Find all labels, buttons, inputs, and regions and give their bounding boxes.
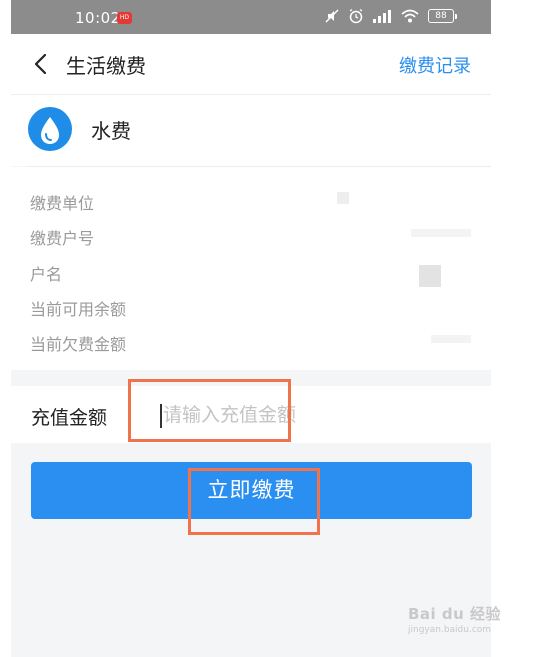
page-title: 生活缴费 [66,54,146,78]
mute-icon [325,9,339,23]
redacted-value [431,335,471,343]
recharge-amount-label: 充值金额 [31,407,108,429]
status-bar: 10:02 HD 88 [11,0,491,34]
button-highlight-box [188,468,320,535]
redacted-value [411,229,471,237]
redacted-value [337,192,349,204]
info-label-arrears: 当前欠费金额 [30,335,127,354]
biller-name: 水费 [91,119,131,143]
phone-screen: 10:02 HD 88 生活缴费 缴费记录 水费 缴费单位 缴费户号 户名 当前… [11,0,491,657]
alarm-icon [349,8,363,24]
watermark-main-text: Bai du 经验 [408,605,502,623]
info-label-account-number: 缴费户号 [30,229,95,248]
status-icons: 88 [324,8,457,24]
back-arrow-icon[interactable] [29,52,53,76]
info-label-balance: 当前可用余额 [30,300,127,319]
payment-history-link[interactable]: 缴费记录 [399,52,471,78]
baidu-watermark: Bai du 经验 jingyan.baidu.com [408,603,501,635]
battery-level: 88 [428,9,454,23]
status-time: 10:02 [75,9,121,27]
account-info-section: 缴费单位 缴费户号 户名 当前可用余额 当前欠费金额 [11,167,491,370]
wifi-icon [401,9,419,23]
redacted-value [419,265,441,287]
biller-row[interactable]: 水费 [11,95,491,166]
info-label-account-name: 户名 [30,265,63,284]
app-header: 生活缴费 缴费记录 [11,34,491,95]
watermark-sub-text: jingyan.baidu.com [408,625,492,635]
water-drop-icon [28,107,72,151]
input-highlight-box [128,379,291,442]
signal-icon [373,10,391,23]
status-badge: HD [117,12,132,24]
info-label-unit: 缴费单位 [30,194,95,213]
battery-icon: 88 [428,9,457,23]
